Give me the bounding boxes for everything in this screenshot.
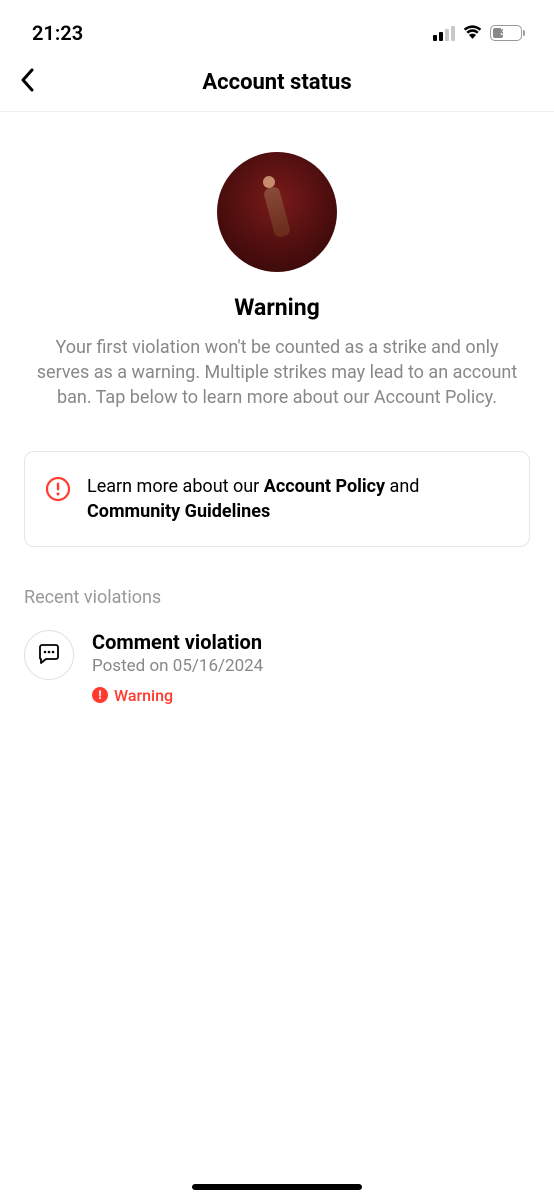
wifi-icon (462, 23, 483, 43)
comment-icon (24, 630, 74, 680)
policy-text: Learn more about our Account Policy and … (87, 474, 509, 524)
back-button[interactable] (20, 68, 36, 97)
recent-violations-heading: Recent violations (24, 587, 161, 608)
status-time: 21:23 (32, 21, 83, 45)
avatar (217, 152, 337, 272)
violation-date: Posted on 05/16/2024 (92, 656, 530, 676)
violation-item[interactable]: Comment violation Posted on 05/16/2024 !… (24, 630, 530, 705)
violation-badge-label: Warning (114, 686, 173, 705)
policy-prefix: Learn more about our (87, 476, 264, 497)
warning-heading: Warning (234, 294, 320, 321)
alert-icon (45, 476, 71, 502)
warning-body: Your first violation won't be counted as… (24, 335, 530, 411)
home-indicator[interactable] (192, 1184, 362, 1190)
page-title: Account status (20, 70, 534, 95)
policy-link-guidelines: Community Guidelines (87, 501, 270, 522)
violation-title: Comment violation (92, 630, 530, 654)
policy-link-account: Account Policy (264, 476, 385, 497)
cellular-signal-icon (433, 26, 455, 41)
battery-percent: 32 (491, 26, 521, 40)
battery-icon: 32 (490, 25, 522, 41)
status-bar: 21:23 32 (0, 0, 554, 58)
nav-bar: Account status (0, 58, 554, 112)
policy-card[interactable]: Learn more about our Account Policy and … (24, 451, 530, 547)
warning-dot-icon: ! (92, 687, 108, 703)
policy-mid: and (385, 476, 419, 497)
status-icons: 32 (433, 23, 522, 43)
violation-badge: ! Warning (92, 686, 530, 705)
